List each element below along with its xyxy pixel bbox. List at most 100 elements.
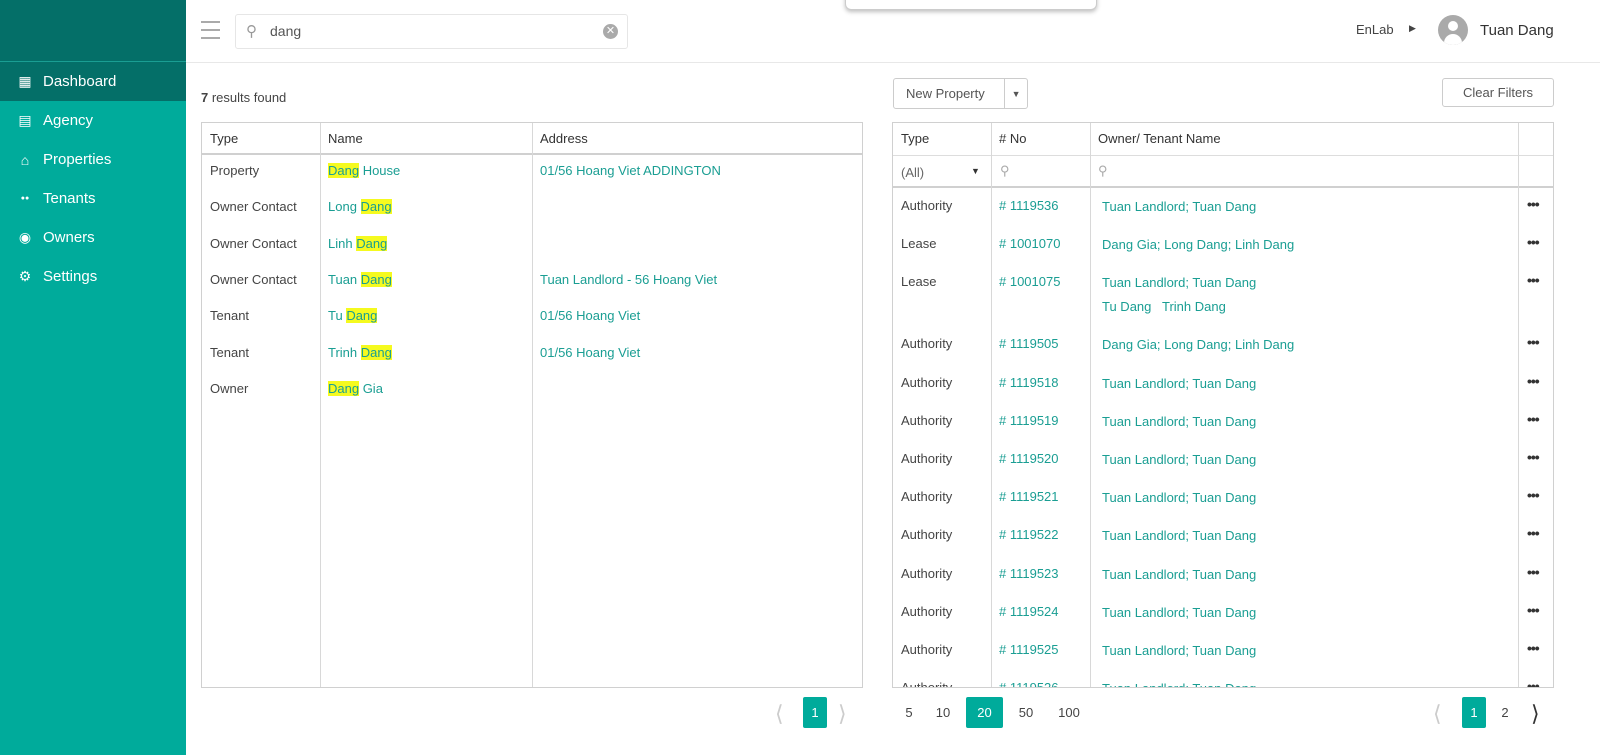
row-owner-names[interactable]: Dang Gia; Long Dang; Linh Dang	[1102, 237, 1294, 252]
row-type: Authority	[901, 451, 953, 466]
more-actions-icon[interactable]: •••	[1527, 449, 1540, 465]
avatar[interactable]	[1438, 15, 1468, 45]
row-owner-names[interactable]: Tuan Landlord; Tuan Dang	[1102, 490, 1256, 505]
row-type: Lease	[901, 236, 937, 252]
dropdown-caret-icon[interactable]: ▼	[971, 166, 980, 176]
row-name-link[interactable]: Linh Dang	[328, 235, 388, 251]
caret-right-icon[interactable]: ▶	[1409, 23, 1416, 34]
row-name-link[interactable]: Dang House	[328, 163, 400, 178]
organization-selector[interactable]: EnLab	[1356, 22, 1394, 37]
page-size-100[interactable]: 100	[1057, 697, 1081, 728]
row-number-link[interactable]: # 1119526	[999, 680, 1059, 687]
more-actions-icon[interactable]: •••	[1527, 640, 1540, 656]
row-name-link[interactable]: Tuan Dang	[328, 271, 392, 287]
column-header-no[interactable]: # No	[999, 131, 1026, 146]
prev-page-button[interactable]: ⟨	[1433, 701, 1442, 727]
row-owner-names[interactable]: Tuan Landlord; Tuan Dang	[1102, 528, 1256, 543]
type-filter-select[interactable]: (All)	[901, 165, 924, 180]
row-owner-names[interactable]: Tuan Landlord; Tuan Dang	[1102, 567, 1256, 582]
more-actions-icon[interactable]: •••	[1527, 196, 1540, 212]
sidebar-item-settings[interactable]: ⚙ Settings	[0, 257, 186, 296]
next-page-button[interactable]: ⟩	[838, 701, 847, 727]
row-name-link[interactable]: Trinh Dang	[328, 344, 392, 360]
prev-page-button[interactable]: ⟨	[775, 701, 784, 727]
row-number-link[interactable]: # 1119521	[999, 489, 1059, 504]
page-size-5[interactable]: 5	[897, 697, 921, 728]
row-owner-names[interactable]: Tuan Landlord; Tuan Dang	[1102, 452, 1256, 467]
next-page-button[interactable]: ⟩	[1531, 701, 1540, 727]
more-actions-icon[interactable]: •••	[1527, 564, 1540, 580]
row-owner-names[interactable]: Tuan Landlord; Tuan Dang	[1102, 605, 1256, 620]
page-button-2[interactable]: 2	[1493, 697, 1517, 728]
column-header-name[interactable]: Name	[328, 131, 363, 146]
filter-row: (All) ▼ ⚲ ⚲	[893, 155, 1553, 188]
column-header-type[interactable]: Type	[901, 131, 929, 146]
row-owner-names[interactable]: Tuan Landlord; Tuan Dang	[1102, 199, 1256, 214]
column-header-address[interactable]: Address	[540, 131, 588, 146]
clear-filters-button[interactable]: Clear Filters	[1442, 78, 1554, 107]
row-owner-names[interactable]: Dang Gia; Long Dang; Linh Dang	[1102, 337, 1294, 352]
sidebar-item-properties[interactable]: ⌂ Properties	[0, 140, 186, 179]
row-number-link[interactable]: # 1119522	[999, 527, 1059, 542]
page-button-1[interactable]: 1	[1462, 697, 1486, 728]
row-type: Authority	[901, 565, 953, 581]
row-tenant-names[interactable]: Tu Dang Trinh Dang	[1102, 299, 1226, 314]
row-number-link[interactable]: # 1001075	[999, 274, 1060, 289]
row-owner-names[interactable]: Tuan Landlord; Tuan Dang	[1102, 414, 1256, 429]
new-property-button[interactable]: New Property ▼	[893, 78, 1028, 109]
more-actions-icon[interactable]: •••	[1527, 272, 1540, 288]
row-number-link[interactable]: # 1119505	[999, 336, 1059, 351]
page-size-20[interactable]: 20	[966, 697, 1003, 728]
more-actions-icon[interactable]: •••	[1527, 411, 1540, 427]
row-owner-names[interactable]: Tuan Landlord; Tuan Dang	[1102, 681, 1256, 687]
new-property-label[interactable]: New Property	[894, 79, 1006, 108]
people-icon: ●●	[20, 195, 30, 202]
more-actions-icon[interactable]: •••	[1527, 373, 1540, 389]
dropdown-caret-icon[interactable]: ▼	[1005, 89, 1027, 99]
row-number-link[interactable]: # 1119518	[999, 375, 1059, 390]
more-actions-icon[interactable]: •••	[1527, 525, 1540, 541]
page-size-10[interactable]: 10	[931, 697, 955, 728]
row-number-link[interactable]: # 1001070	[999, 236, 1060, 251]
row-address-link[interactable]: 01/56 Hoang Viet ADDINGTON	[540, 163, 721, 178]
row-number-link[interactable]: # 1119520	[999, 451, 1059, 466]
row-owner-names[interactable]: Tuan Landlord; Tuan Dang	[1102, 275, 1256, 290]
sidebar-item-tenants[interactable]: ●● Tenants	[0, 179, 186, 218]
more-actions-icon[interactable]: •••	[1527, 487, 1540, 503]
page-button-1[interactable]: 1	[803, 697, 827, 728]
row-name-link[interactable]: Dang Gia	[328, 380, 383, 396]
row-number-link[interactable]: # 1119523	[999, 566, 1059, 581]
row-number-link[interactable]: # 1119519	[999, 413, 1059, 428]
more-actions-icon[interactable]: •••	[1527, 678, 1540, 687]
search-input[interactable]	[270, 23, 590, 39]
column-divider	[1090, 123, 1091, 687]
row-address-link[interactable]: 01/56 Hoang Viet	[540, 308, 640, 323]
sidebar-item-agency[interactable]: ▤ Agency	[0, 101, 186, 140]
more-actions-icon[interactable]: •••	[1527, 602, 1540, 618]
row-number-link[interactable]: # 1119536	[999, 198, 1059, 213]
row-owner-names[interactable]: Tuan Landlord; Tuan Dang	[1102, 376, 1256, 391]
column-header-owner-tenant[interactable]: Owner/ Tenant Name	[1098, 131, 1221, 146]
row-address-link[interactable]: Tuan Landlord - 56 Hoang Viet	[540, 272, 717, 287]
hamburger-menu-icon[interactable]	[201, 21, 220, 39]
row-name-link[interactable]: Long Dang	[328, 199, 392, 215]
row-number-link[interactable]: # 1119524	[999, 604, 1059, 619]
house-icon: ⌂	[20, 151, 30, 168]
page-size-50[interactable]: 50	[1014, 697, 1038, 728]
row-name-link[interactable]: Tu Dang	[328, 308, 378, 324]
search-highlight: Dang	[346, 308, 378, 324]
row-address-link[interactable]: 01/56 Hoang Viet	[540, 345, 640, 360]
user-name[interactable]: Tuan Dang	[1480, 22, 1554, 39]
more-actions-icon[interactable]: •••	[1527, 334, 1540, 350]
sidebar-item-dashboard[interactable]: ▦ Dashboard	[0, 62, 186, 101]
sidebar-item-owners[interactable]: ◉ Owners	[0, 218, 186, 257]
more-actions-icon[interactable]: •••	[1527, 234, 1540, 250]
global-search: ⚲ ✕	[235, 14, 628, 49]
clear-search-icon[interactable]: ✕	[603, 24, 618, 39]
row-owner-names[interactable]: Tuan Landlord; Tuan Dang	[1102, 643, 1256, 658]
row-number-link[interactable]: # 1119525	[999, 642, 1059, 657]
search-icon[interactable]: ⚲	[1098, 163, 1108, 179]
row-type: Owner	[210, 380, 249, 396]
column-header-type[interactable]: Type	[210, 131, 238, 146]
search-icon[interactable]: ⚲	[1000, 163, 1010, 179]
